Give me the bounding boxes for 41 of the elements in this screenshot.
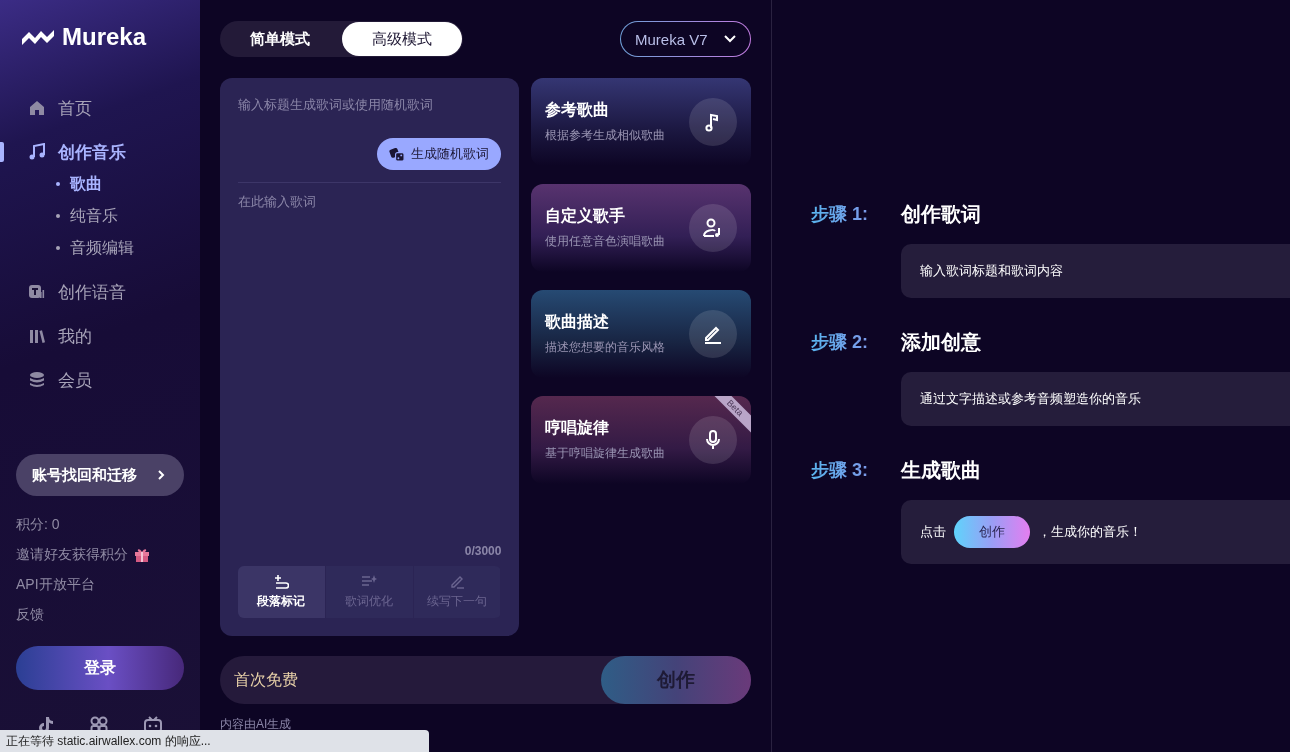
- card-subtitle: 根据参考生成相似歌曲: [545, 127, 666, 144]
- character-counter: 0/3000: [464, 544, 502, 558]
- feature-card[interactable]: 歌曲描述 描述您想要的音乐风格: [531, 290, 751, 378]
- card-subtitle: 基于哼唱旋律生成歌曲: [545, 445, 666, 462]
- account-recovery-button[interactable]: 账号找回和迁移: [16, 454, 184, 496]
- nav-subitem[interactable]: 音频编辑: [0, 232, 134, 264]
- card-title: 自定义歌手: [545, 206, 627, 226]
- lyrics-input-field[interactable]: 在此输入歌词: [238, 193, 502, 544]
- sidebar-link[interactable]: API开放平台: [16, 576, 95, 594]
- card-title: 歌曲描述: [545, 312, 611, 332]
- step-description: 点击: [920, 523, 946, 541]
- nav-item[interactable]: 我的: [0, 314, 92, 358]
- sidebar-link[interactable]: 积分: 0: [16, 516, 60, 534]
- step-description: ，生成你的音乐！: [1038, 523, 1142, 541]
- lyrics-tool-button[interactable]: 段落标记: [238, 566, 326, 618]
- model-select[interactable]: Mureka V7: [620, 21, 751, 57]
- sidebar-link[interactable]: 邀请好友获得积分: [16, 546, 128, 564]
- card-subtitle: 使用任意音色演唱歌曲: [545, 233, 666, 250]
- mode-tab[interactable]: 高级模式: [341, 22, 462, 56]
- random-lyrics-button[interactable]: 生成随机歌词: [377, 138, 502, 170]
- ai-content-note: 内容由AI生成: [220, 716, 293, 733]
- title-input-field[interactable]: 输入标题生成歌词或使用随机歌词: [238, 96, 502, 114]
- card-subtitle: 描述您想要的音乐风格: [545, 339, 666, 356]
- logo-text: Mureka: [62, 23, 147, 51]
- step-title: 创作歌词: [901, 201, 981, 227]
- feature-card[interactable]: 自定义歌手 使用任意音色演唱歌曲: [531, 184, 751, 272]
- nav-subitem[interactable]: 纯音乐: [0, 200, 118, 232]
- step-description: 输入歌词标题和歌词内容: [920, 262, 1063, 280]
- step-title: 生成歌曲: [901, 457, 981, 483]
- step-title: 添加创意: [901, 329, 981, 355]
- card-title: 参考歌曲: [545, 100, 611, 120]
- nav-item[interactable]: 创作语音: [0, 270, 126, 314]
- sidebar-link[interactable]: 反馈: [16, 606, 44, 624]
- nav-item[interactable]: 首页: [0, 86, 92, 130]
- free-trial-label: 首次免费: [234, 669, 298, 690]
- step-description: 通过文字描述或参考音频塑造你的音乐: [920, 390, 1141, 408]
- nav-item[interactable]: 会员: [0, 358, 92, 402]
- mode-tab[interactable]: 简单模式: [220, 21, 341, 57]
- login-button[interactable]: 登录: [16, 646, 184, 690]
- card-title: 哼唱旋律: [545, 418, 611, 438]
- browser-status-bar: 正在等待 static.airwallex.com 的响应...: [0, 730, 429, 752]
